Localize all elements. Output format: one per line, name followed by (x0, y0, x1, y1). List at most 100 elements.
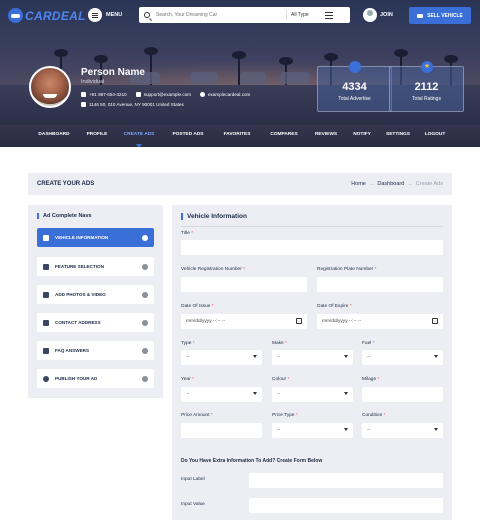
nav-profile[interactable]: PROFILE (80, 132, 114, 137)
hero-banner: CARDEAL MENU All Type JOIN SELL VEHICLE … (0, 0, 480, 147)
nav-notify[interactable]: NOTIFY (346, 132, 378, 137)
avatar (29, 66, 71, 108)
sidebar-item-faq-answers[interactable]: FAQ ANSWERS (37, 341, 154, 360)
stat-value: 4334 (342, 81, 367, 93)
type-select[interactable]: All Type (291, 12, 325, 18)
sidebar-item-add-photos[interactable]: ADD PHOTOS & VIDEO (37, 285, 154, 304)
price-type-label: Price Type * (272, 413, 298, 418)
chevron-down-icon (344, 355, 348, 358)
upload-icon (43, 375, 49, 382)
colour-select[interactable]: -- (272, 387, 353, 402)
chevron-down-icon (434, 428, 438, 431)
select-value: -- (186, 392, 190, 397)
menu-button[interactable]: MENU (88, 8, 122, 22)
type-select[interactable]: -- (181, 350, 262, 365)
profile-email[interactable]: support@example.com (144, 92, 191, 97)
search-bar: All Type (139, 7, 350, 23)
date-issue-label: Date Of Issue * (181, 304, 214, 309)
sidebar-item-publish[interactable]: PUBLISH YOUR AD (37, 369, 154, 388)
input-label-field[interactable] (249, 473, 443, 488)
nav-posted-ads[interactable]: POSTED ADS (164, 132, 212, 137)
condition-select[interactable]: -- (362, 423, 443, 438)
nav-dashboard[interactable]: DASHBOARD (28, 132, 80, 137)
input-value-field[interactable] (249, 498, 443, 513)
page-title: CREATE YOUR ADS (37, 181, 95, 187)
required-mark: * (377, 377, 380, 382)
reg-number-label: Vehicle Registration Number * (181, 267, 245, 272)
calendar-icon[interactable] (296, 318, 302, 324)
chevron-right-icon (142, 375, 148, 382)
price-type-select[interactable]: -- (272, 423, 353, 438)
parked-car (280, 72, 310, 84)
required-mark: * (287, 377, 290, 382)
label-text: Vehicle Registration Number (181, 267, 242, 272)
stat-value: 2112 (414, 81, 439, 93)
breadcrumb-bar: CREATE YOUR ADS Home → Dashboard → Create Ad… (28, 173, 452, 195)
divider (286, 10, 287, 20)
sidebar-item-label: CONTACT ADDRESS (55, 320, 101, 325)
sidebar-item-contact-address[interactable]: CONTACT ADDRESS (37, 313, 154, 332)
divider (181, 226, 443, 227)
breadcrumb-separator: → (368, 181, 375, 187)
sidebar-item-vehicle-information[interactable]: VEHICLE INFORMATION (37, 228, 154, 247)
required-mark: * (383, 413, 386, 418)
profile-website[interactable]: examplecardeal.com (208, 92, 250, 97)
search-input[interactable] (156, 12, 286, 18)
title-label: Title * (181, 231, 193, 236)
sidebar-item-label: FEATURE SELECTION (55, 264, 104, 269)
date-issue-input[interactable]: mm/dd/yyyy --:-- -- (181, 314, 307, 329)
join-button[interactable]: JOIN (363, 8, 393, 22)
price-amount-input[interactable] (181, 423, 262, 438)
nav-logout[interactable]: LOGOUT (418, 132, 452, 137)
fuel-select[interactable]: -- (362, 350, 443, 365)
year-select[interactable]: -- (181, 387, 262, 402)
year-label: Year * (181, 377, 194, 382)
form-title: Vehicle Information (181, 213, 247, 220)
join-label: JOIN (380, 12, 393, 18)
chevron-down-icon (434, 355, 438, 358)
date-expire-input[interactable]: mm/dd/yyyy --:-- -- (317, 314, 443, 329)
select-value: -- (277, 428, 281, 433)
sidebar-item-feature-selection[interactable]: FEATURE SELECTION (37, 257, 154, 276)
photo-icon (43, 291, 49, 298)
breadcrumb-home[interactable]: Home (351, 181, 366, 187)
make-select[interactable]: -- (272, 350, 353, 365)
profile-name: Person Name (81, 67, 145, 78)
stat-card-advertise: 4334 Total Advertise (317, 61, 392, 112)
breadcrumb-dashboard[interactable]: Dashboard (377, 181, 404, 187)
sidebar-item-label: VEHICLE INFORMATION (55, 235, 109, 240)
sell-vehicle-button[interactable]: SELL VEHICLE (409, 7, 471, 24)
required-mark: * (295, 413, 298, 418)
nav-create-ads[interactable]: CREATE ADS (114, 132, 164, 147)
date-placeholder: mm/dd/yyyy --:-- -- (186, 319, 226, 324)
select-value: -- (186, 355, 190, 360)
required-mark: * (211, 304, 214, 309)
top-bar: CARDEAL MENU All Type JOIN SELL VEHICLE (0, 0, 480, 32)
brand-logo[interactable]: CARDEAL (8, 8, 86, 23)
brand-name: CARDEAL (25, 8, 86, 23)
nav-settings[interactable]: SETTINGS (378, 132, 418, 137)
label-text: Type (181, 341, 192, 346)
stat-label: Total Ratings (412, 96, 441, 102)
nav-favorites[interactable]: FAVORITES (212, 132, 262, 137)
label-text: Date Of Expire (317, 304, 349, 309)
fuel-label: Fuel * (362, 341, 375, 346)
nav-reviews[interactable]: REVIEWS (306, 132, 346, 137)
milage-input[interactable] (362, 387, 443, 402)
parked-car (190, 72, 218, 84)
label-text: Colour (272, 377, 287, 382)
title-input[interactable] (181, 240, 443, 255)
required-mark: * (192, 341, 195, 346)
label-text: Title (181, 231, 190, 236)
plate-number-input[interactable] (317, 277, 443, 292)
question-icon (43, 347, 49, 354)
calendar-icon[interactable] (432, 318, 438, 324)
ad-icon (349, 61, 361, 73)
make-label: Make * (272, 341, 287, 346)
reg-number-input[interactable] (181, 277, 307, 292)
filter-icon[interactable] (325, 11, 333, 19)
nav-compares[interactable]: COMPARES (262, 132, 306, 137)
vehicle-information-form: Vehicle Information Title * Vehicle Regi… (172, 205, 452, 520)
date-expire-label: Date Of Expire * (317, 304, 352, 309)
input-label-label: Input Label (181, 477, 205, 482)
